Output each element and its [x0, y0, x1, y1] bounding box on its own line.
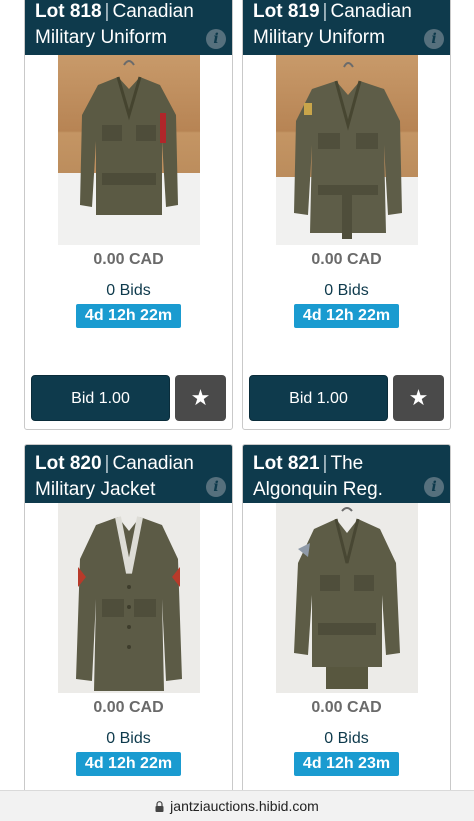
time-remaining-badge: 4d 12h 22m [293, 304, 400, 328]
watch-button[interactable]: ★ [393, 375, 444, 421]
lot-card-820[interactable]: Lot 820 | Canadian Military Jacket i 0.00 … [24, 444, 233, 790]
lot-title-header[interactable]: Lot 820 | Canadian Military Jacket i [25, 445, 232, 503]
uniform-jacket-image [293, 507, 400, 689]
uniform-jacket-image [275, 62, 418, 245]
uniform-jacket-image [57, 60, 200, 245]
bid-count: 0 Bids [106, 730, 151, 747]
current-price: 0.00 CAD [93, 251, 164, 268]
url-text: jantziauctions.hibid.com [170, 798, 319, 814]
lot-number: Lot 819 [253, 1, 320, 22]
title-separator: | [104, 453, 110, 474]
browser-url-bar[interactable]: jantziauctions.hibid.com [0, 790, 474, 821]
lot-number: Lot 818 [35, 1, 102, 22]
lot-number: Lot 821 [253, 453, 320, 474]
lot-photo[interactable] [275, 55, 418, 245]
lot-title-header[interactable]: Lot 818 | Canadian Military Uniform i [25, 0, 232, 55]
lot-card-819[interactable]: Lot 819 | Canadian Military Uniform i 0.00… [242, 0, 451, 430]
title-separator: | [104, 1, 110, 22]
star-icon: ★ [408, 385, 429, 410]
lot-title-header[interactable]: Lot 821 | The Algonquin Reg. i [243, 445, 450, 503]
time-remaining-badge: 4d 12h 23m [293, 752, 400, 776]
lot-photo[interactable] [57, 55, 200, 245]
info-icon[interactable]: i [206, 477, 226, 497]
lot-grid: Lot 818 | Canadian Military Uniform i 0.00… [0, 0, 474, 790]
lock-icon [155, 801, 164, 812]
lot-card-821[interactable]: Lot 821 | The Algonquin Reg. i 0.00 CAD 0 … [242, 444, 451, 790]
time-remaining-badge: 4d 12h 22m [75, 304, 182, 328]
title-separator: | [322, 1, 328, 22]
lot-title-header[interactable]: Lot 819 | Canadian Military Uniform i [243, 0, 450, 55]
bid-button[interactable]: Bid 1.00 [31, 375, 170, 421]
watch-button[interactable]: ★ [175, 375, 226, 421]
lot-card-818[interactable]: Lot 818 | Canadian Military Uniform i 0.00… [24, 0, 233, 430]
current-price: 0.00 CAD [311, 699, 382, 716]
lot-number: Lot 820 [35, 453, 102, 474]
bid-button[interactable]: Bid 1.00 [249, 375, 388, 421]
info-icon[interactable]: i [424, 477, 444, 497]
current-price: 0.00 CAD [311, 251, 382, 268]
info-icon[interactable]: i [206, 29, 226, 49]
info-icon[interactable]: i [424, 29, 444, 49]
lot-photo[interactable] [57, 503, 200, 693]
star-icon: ★ [190, 385, 211, 410]
title-separator: | [322, 453, 328, 474]
bid-count: 0 Bids [324, 282, 369, 299]
bid-count: 0 Bids [106, 282, 151, 299]
bid-count: 0 Bids [324, 730, 369, 747]
time-remaining-badge: 4d 12h 22m [75, 752, 182, 776]
uniform-jacket-image [75, 516, 182, 691]
lot-photo[interactable] [275, 503, 418, 693]
current-price: 0.00 CAD [93, 699, 164, 716]
